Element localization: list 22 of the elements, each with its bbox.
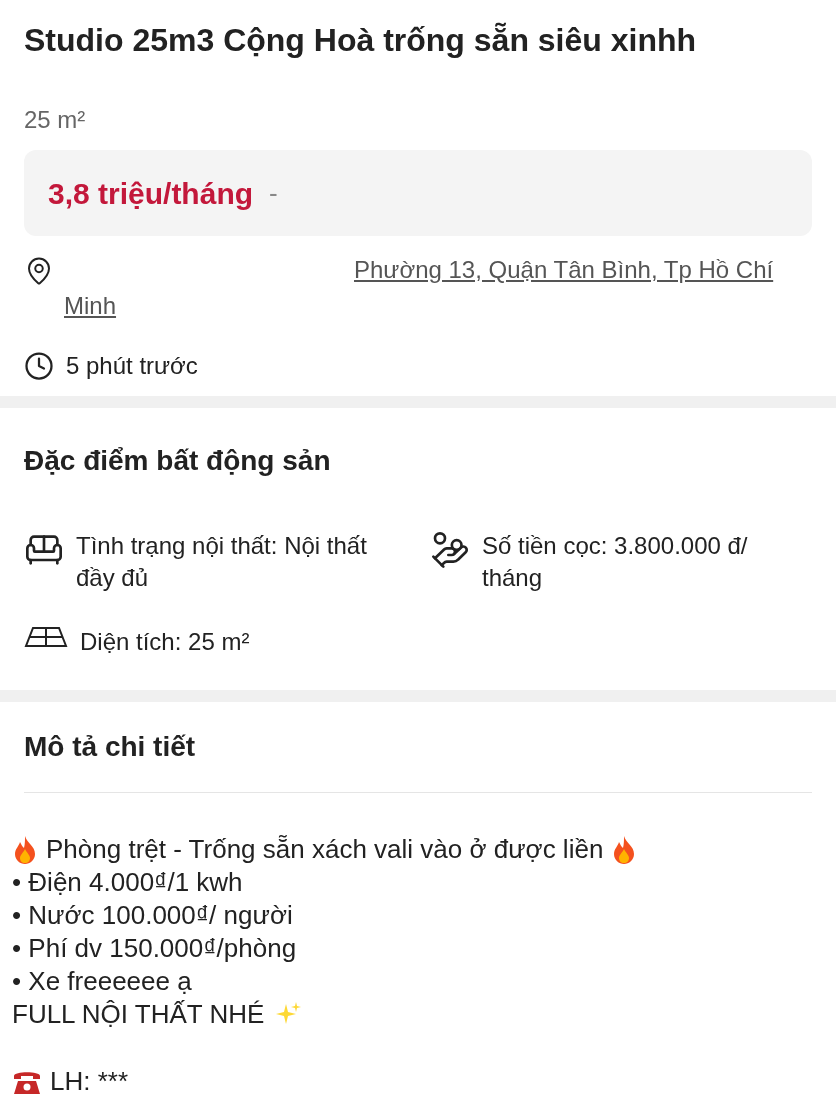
area-text: 25 m² [24,105,87,135]
section-title: Mô tả chi tiết [24,726,812,793]
clock-icon [24,351,54,381]
description-line: Phòng trệt - Trống sẵn xách vali vào ở được liền [46,833,604,866]
feature-text: Tình trạng nội thất: Nội thất đầy đủ [76,531,368,593]
description-line: • Nước 100.000₫/ người [12,899,293,932]
price-text: 3,8 triệu/tháng [48,175,254,212]
section-title: Đặc điểm bất động sản [24,444,332,478]
area-icon [24,626,68,648]
fire-icon [12,834,38,865]
description-line: • Điện 4.000₫/1 kwh [12,866,243,899]
feature-text: Số tiền cọc: 3.800.000 đ/ tháng [482,531,749,593]
description-line: FULL NỘI THẤT NHÉ [12,998,265,1031]
description-line: LH: *** [50,1065,129,1098]
feature-text: Diện tích: 25 m² [80,627,250,657]
posted-time: 5 phút trước [66,351,198,381]
hand-coins-icon [430,530,470,570]
description-line: • Xe freeeeee ạ [12,965,192,998]
description-line: • Phí dv 150.000₫/phòng [12,932,297,965]
price-suffix: - [269,176,278,210]
address-text[interactable]: Phường 13, Quận Tân Bình, Tp Hồ Chí Minh [64,252,812,324]
listing-title: Studio 25m3 Cộng Hoà trống sẵn siêu xinhh [24,21,698,60]
